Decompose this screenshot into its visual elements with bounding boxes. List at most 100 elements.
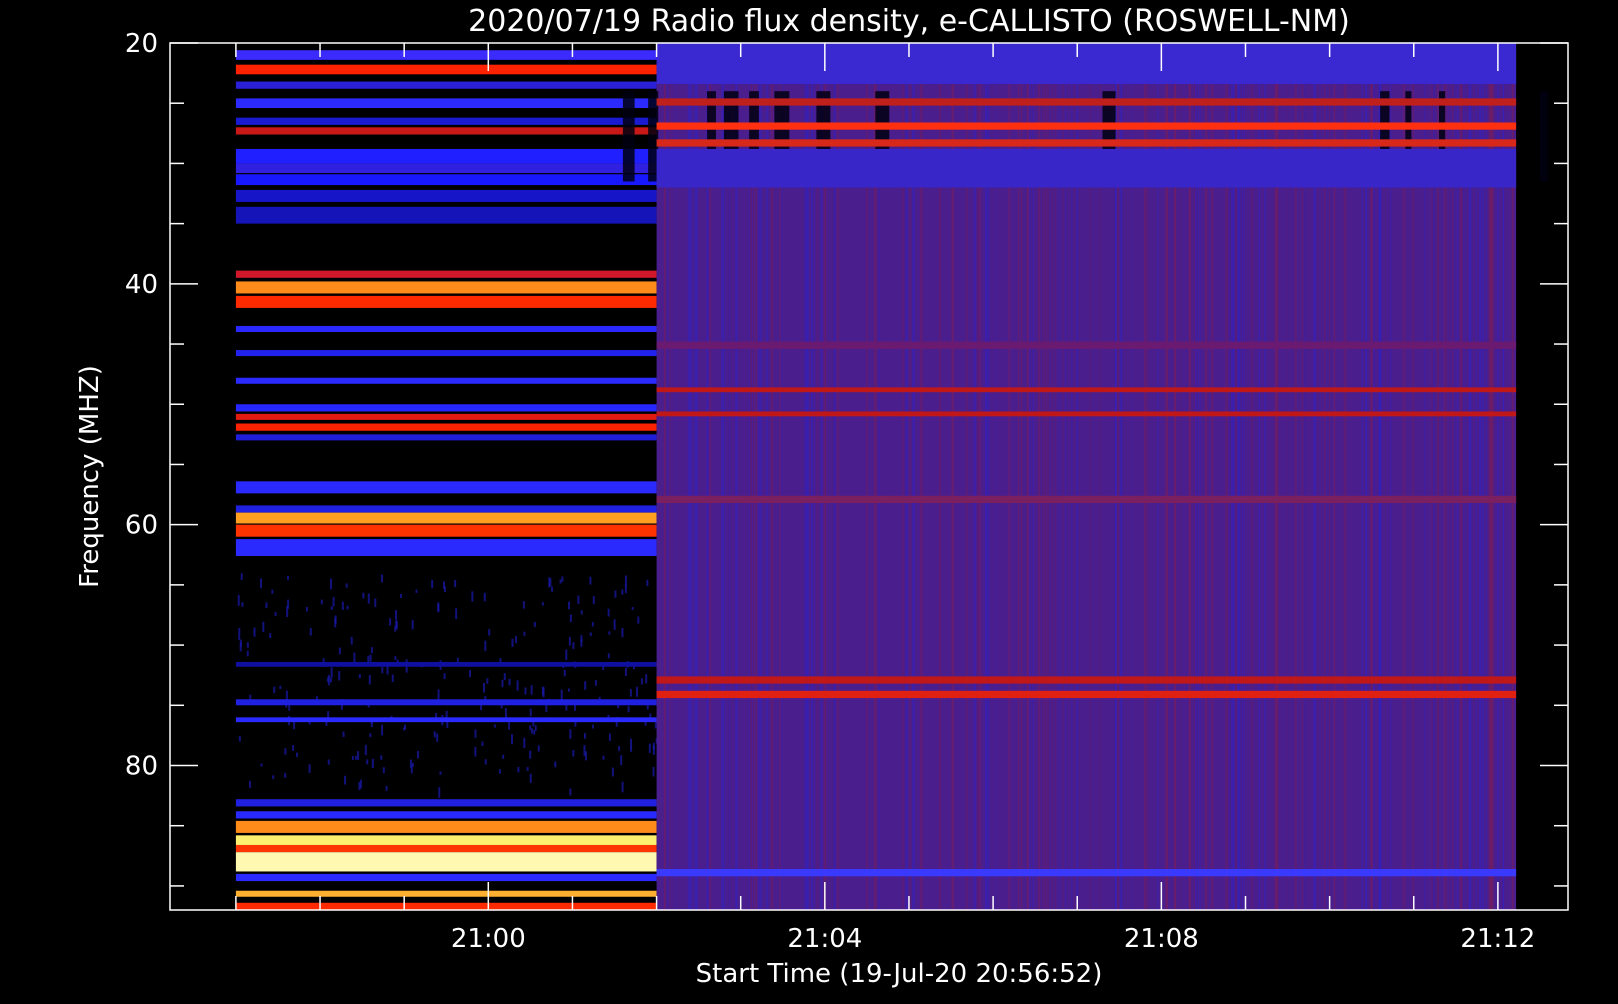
spectrogram-speckle <box>530 728 533 734</box>
spectrogram-speckle <box>551 586 554 592</box>
spectrogram-speckle <box>611 767 614 777</box>
spectrogram-speckle <box>608 733 611 741</box>
spectrogram-speckle <box>568 636 571 646</box>
spectrogram-speckle <box>533 621 536 628</box>
spectrogram-speckle <box>563 669 566 677</box>
spectrogram-speckle <box>405 669 408 673</box>
spectrogram-speckle <box>580 635 583 643</box>
spectrogram-speckle <box>394 656 397 661</box>
spectrogram-speckle <box>529 725 532 730</box>
spectrogram-gap <box>1539 91 1548 182</box>
frequency-band <box>235 148 657 164</box>
spectrogram-speckle <box>271 589 274 594</box>
spectrogram-speckle <box>353 652 356 664</box>
spectrogram-figure: 20 40 60 80 21:00 21:04 21:08 21:12 2020/07/19 … <box>0 0 1618 1000</box>
spectrogram-speckle <box>381 724 384 736</box>
spectrogram-speckle <box>374 598 377 607</box>
spectrogram-speckle <box>284 748 287 755</box>
frequency-band <box>235 852 657 872</box>
frequency-band <box>656 122 1517 130</box>
y-axis-label: Frequency (MHZ) <box>75 365 105 588</box>
spectrogram-speckle <box>584 733 587 739</box>
frequency-band <box>656 495 1517 503</box>
spectrogram-speckle <box>238 627 241 636</box>
frequency-band <box>235 117 657 125</box>
spectrogram-speckle <box>523 737 526 748</box>
spectrogram-speckle <box>410 765 413 774</box>
spectrogram-speckle <box>516 680 519 691</box>
spectrogram-speckle <box>380 755 383 760</box>
spectrogram-speckle <box>274 612 277 617</box>
spectrogram-speckle <box>389 618 392 626</box>
frequency-band <box>235 350 657 357</box>
spectrogram-speckle <box>530 685 533 695</box>
frequency-band <box>235 699 657 706</box>
spectrogram-speckle <box>529 750 532 759</box>
frequency-band <box>656 690 1517 699</box>
spectrogram-speckle <box>592 724 595 729</box>
spectrogram-speckle <box>568 601 571 610</box>
spectrogram-speckle <box>279 685 282 690</box>
spectrogram-speckle <box>391 674 394 683</box>
spectrogram-speckle <box>438 787 441 798</box>
frequency-band <box>235 873 657 882</box>
spectrogram-speckle <box>287 575 290 580</box>
spectrogram-speckle <box>284 772 287 778</box>
frequency-band <box>235 270 657 278</box>
spectrogram-speckle <box>580 610 583 615</box>
spectrogram-chart: 20 40 60 80 21:00 21:04 21:08 21:12 2020/07/19 … <box>0 0 1618 1000</box>
frequency-band <box>235 505 657 513</box>
spectrogram-speckle <box>338 647 341 655</box>
spectrogram-speckle <box>504 707 507 714</box>
spectrogram-speckle <box>522 601 525 609</box>
spectrogram-speckle <box>273 686 276 694</box>
frequency-band <box>656 411 1517 417</box>
spectrogram-speckle <box>624 575 627 587</box>
spectrogram-speckle <box>260 763 263 767</box>
spectrogram-speckle <box>320 599 323 605</box>
spectrogram-speckle <box>621 589 624 595</box>
spectrogram-speckle <box>436 733 439 742</box>
spectrogram-speckle <box>523 631 526 636</box>
spectrogram-speckle <box>369 654 372 662</box>
spectrogram-speckle <box>620 755 623 766</box>
frequency-band <box>235 512 657 524</box>
spectrogram-speckle <box>624 584 627 594</box>
spectrogram-speckle <box>395 621 398 628</box>
spectrogram-speckle <box>265 602 268 608</box>
spectrogram-speckle <box>631 607 634 611</box>
spectrogram-speckle <box>486 678 489 684</box>
spectrogram-speckle <box>502 754 505 759</box>
spectrogram-speckle <box>613 619 616 630</box>
spectrogram-speckle <box>618 745 621 752</box>
spectrogram-speckle <box>362 592 365 599</box>
spectrogram-speckle <box>286 606 289 618</box>
spectrogram-speckle <box>327 711 330 718</box>
spectrogram-speckle <box>565 649 568 661</box>
frequency-band <box>235 163 657 174</box>
spectrogram-speckle <box>442 581 445 589</box>
spectrogram-speckle <box>584 681 587 690</box>
spectrogram-speckle <box>533 729 536 735</box>
frequency-band <box>235 64 657 75</box>
spectrogram-speckle <box>602 755 605 760</box>
spectrogram-speckle <box>630 738 633 749</box>
spectrogram-speckle <box>572 642 575 649</box>
spectrogram-speckle <box>403 727 406 731</box>
spectrogram-speckle <box>351 756 354 760</box>
spectrogram-speckle <box>548 577 551 588</box>
spectrogram-speckle <box>240 573 243 581</box>
spectrogram-speckle <box>474 746 477 757</box>
spectrogram-speckle <box>503 673 506 681</box>
spectrogram-speckle <box>437 689 440 700</box>
spectrogram-speckle <box>517 766 520 773</box>
spectrogram-speckle <box>341 601 344 610</box>
spectrogram-data <box>235 43 1548 910</box>
spectrogram-speckle <box>433 731 436 738</box>
spectrogram-speckle <box>259 578 262 589</box>
spectrogram-speckle <box>515 636 518 643</box>
frequency-band <box>235 844 657 853</box>
spectrogram-speckle <box>607 653 610 659</box>
x-tick-label: 21:08 <box>1124 924 1199 954</box>
spectrogram-speckle <box>369 733 372 738</box>
